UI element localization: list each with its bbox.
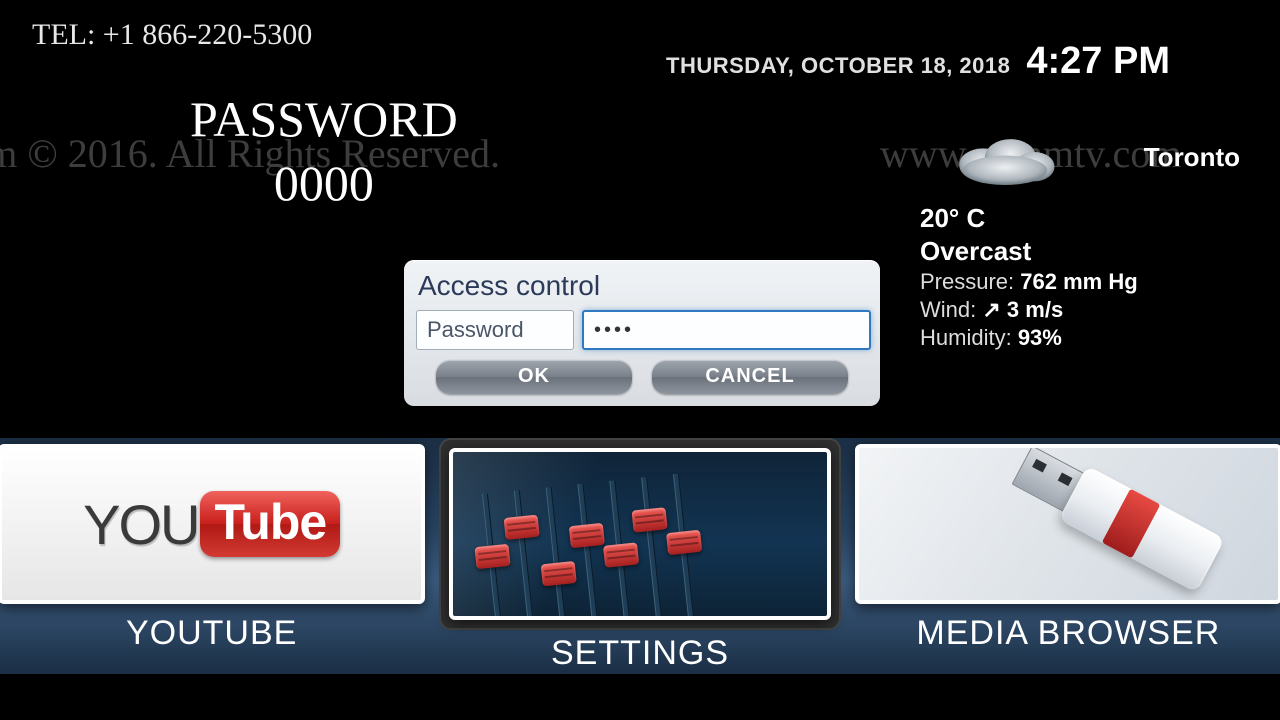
- password-input[interactable]: [582, 310, 871, 350]
- password-hint-value: 0000: [190, 154, 458, 212]
- access-control-dialog: Access control Password OK CANCEL: [404, 260, 880, 406]
- password-hint-title: PASSWORD: [190, 90, 458, 148]
- time-label: 4:27 PM: [1026, 40, 1170, 83]
- youtube-logo-icon: You Tube: [83, 491, 340, 557]
- youtube-thumb: You Tube: [0, 444, 425, 604]
- datetime: THURSDAY, OCTOBER 18, 2018 4:27 PM: [666, 40, 1170, 83]
- settings-thumb: [449, 448, 830, 620]
- mixer-icon: [449, 448, 830, 620]
- cancel-button[interactable]: CANCEL: [652, 360, 848, 394]
- password-field-label: Password: [416, 310, 574, 350]
- menu-card-label: MEDIA BROWSER: [855, 614, 1280, 653]
- usb-icon: [990, 444, 1256, 604]
- dialog-title: Access control: [418, 270, 866, 302]
- menu-card-youtube[interactable]: You Tube YOUTUBE: [0, 444, 425, 653]
- date-label: THURSDAY, OCTOBER 18, 2018: [666, 53, 1010, 79]
- media-browser-thumb: [855, 444, 1280, 604]
- menu-card-media-browser[interactable]: MEDIA BROWSER: [855, 444, 1280, 653]
- phone-number: TEL: +1 866-220-5300: [32, 18, 312, 52]
- menu-carousel: ‹ › You Tube YOUTUBE: [0, 438, 1280, 674]
- weather-condition: Overcast: [920, 236, 1180, 267]
- weather-wind: Wind: ↗ 3 m/s: [920, 297, 1180, 323]
- menu-card-settings[interactable]: SETTINGS: [439, 438, 840, 673]
- weather-pressure: Pressure: 762 mm Hg: [920, 269, 1180, 295]
- cloud-icon: [950, 130, 1060, 185]
- weather-panel: Toronto 20° C Overcast Pressure: 762 mm …: [920, 130, 1180, 351]
- weather-city: Toronto: [1144, 142, 1240, 173]
- password-hint-overlay: PASSWORD 0000: [190, 90, 458, 212]
- weather-humidity: Humidity: 93%: [920, 325, 1180, 351]
- ok-button[interactable]: OK: [436, 360, 632, 394]
- menu-card-label: YOUTUBE: [0, 614, 425, 653]
- weather-temp: 20° C: [920, 203, 1180, 234]
- menu-card-label: SETTINGS: [439, 634, 840, 673]
